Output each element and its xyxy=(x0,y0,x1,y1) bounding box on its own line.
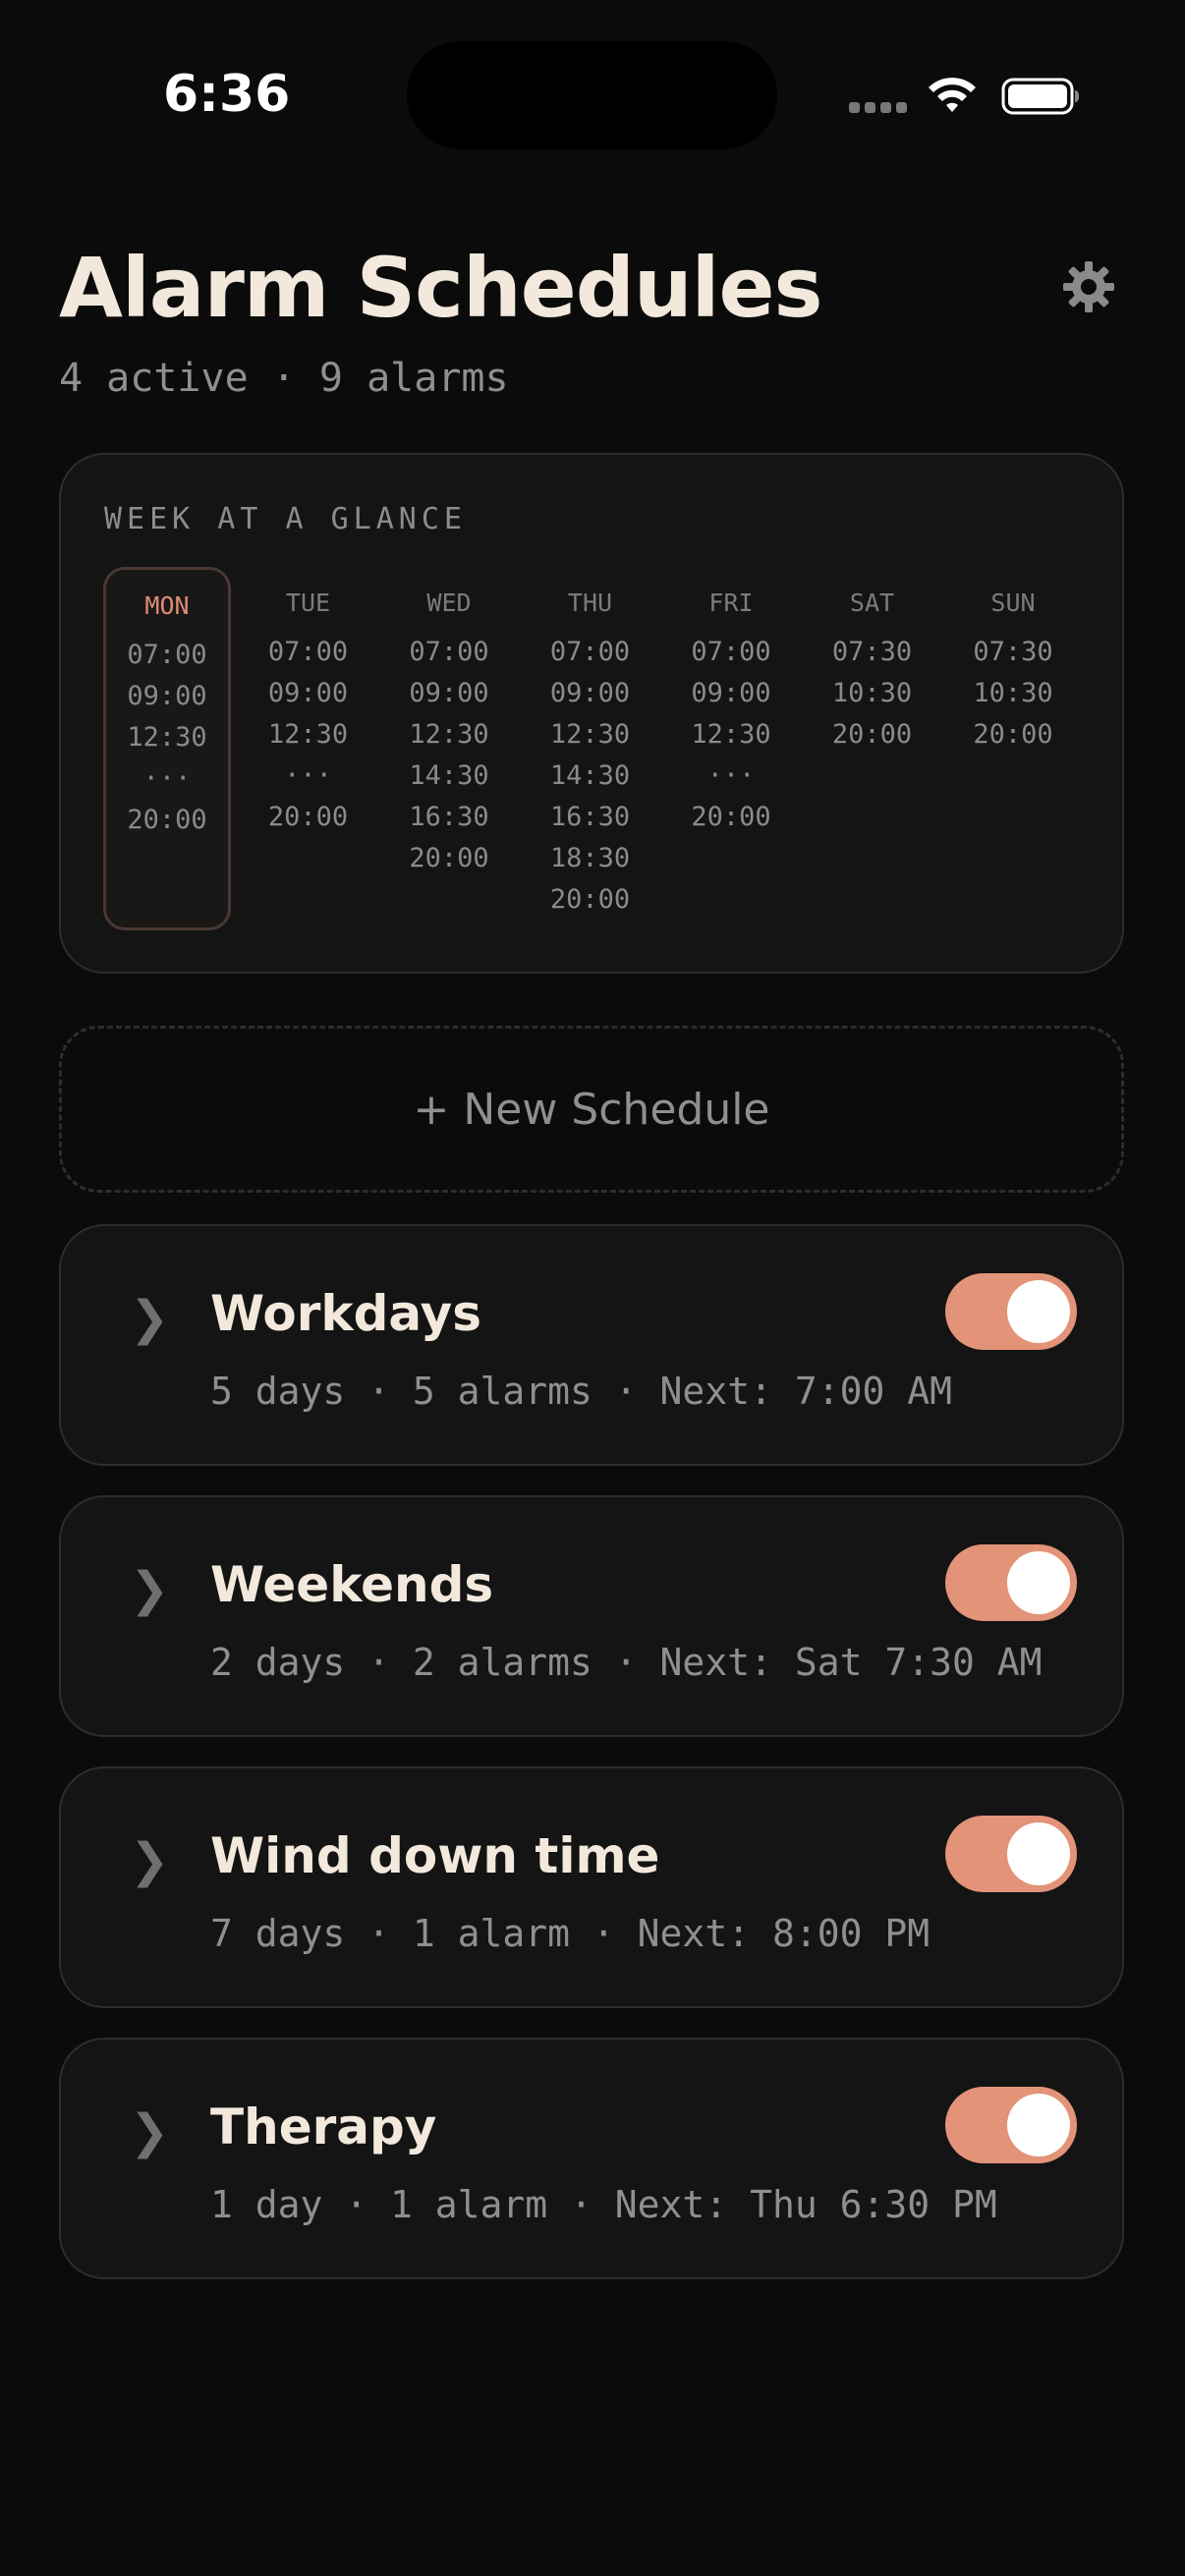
alarm-time: 09:00 xyxy=(127,681,207,711)
schedule-card[interactable]: ❯ Therapy 1 day · 1 alarm · Next: Thu 6:30… xyxy=(59,2038,1124,2279)
schedule-name: Workdays xyxy=(210,1285,481,1342)
page-title: Alarm Schedules xyxy=(59,240,822,336)
alarm-time: 14:30 xyxy=(549,760,631,791)
day-column-sun[interactable]: SUN 07:30 10:30 20:00 xyxy=(949,567,1077,930)
page-subtitle: 4 active · 9 alarms xyxy=(59,356,509,401)
schedule-toggle[interactable] xyxy=(945,1816,1077,1892)
alarm-time: 07:00 xyxy=(409,637,489,667)
battery-icon xyxy=(1001,78,1079,115)
chevron-right-icon[interactable]: ❯ xyxy=(130,2104,169,2159)
day-label: THU xyxy=(567,588,613,617)
chevron-right-icon[interactable]: ❯ xyxy=(130,1291,169,1346)
new-schedule-button[interactable]: + New Schedule xyxy=(59,1026,1124,1193)
toggle-knob xyxy=(1007,1822,1070,1885)
alarm-time: 07:30 xyxy=(831,637,913,667)
alarm-time: 18:30 xyxy=(549,843,631,873)
day-times: 07:00 09:00 12:30 ··· 20:00 xyxy=(106,635,228,841)
alarm-time: 20:00 xyxy=(409,843,489,873)
day-column-wed[interactable]: WED 07:00 09:00 12:30 14:30 16:30 20:00 xyxy=(385,567,513,930)
day-times: 07:00 09:00 12:30 ··· 20:00 xyxy=(667,632,795,838)
alarm-time: 07:00 xyxy=(127,640,207,670)
day-label: FRI xyxy=(708,588,754,617)
schedule-name: Wind down time xyxy=(210,1827,660,1884)
alarm-time: ··· xyxy=(284,760,332,791)
day-label: SUN xyxy=(990,588,1036,617)
alarm-time: 16:30 xyxy=(549,802,631,832)
day-times: 07:00 09:00 12:30 ··· 20:00 xyxy=(245,632,372,838)
alarm-time: 20:00 xyxy=(267,802,349,832)
alarm-time: 20:00 xyxy=(831,719,913,750)
schedule-card[interactable]: ❯ Weekends 2 days · 2 alarms · Next: Sat 7… xyxy=(59,1495,1124,1737)
alarm-time: 12:30 xyxy=(267,719,349,750)
alarm-time: 12:30 xyxy=(691,719,771,750)
day-times: 07:30 10:30 20:00 xyxy=(949,632,1077,756)
toggle-knob xyxy=(1007,1551,1070,1614)
alarm-time: 12:30 xyxy=(409,719,489,750)
day-label: MON xyxy=(144,591,190,620)
alarm-time: 09:00 xyxy=(691,678,771,708)
schedule-name: Weekends xyxy=(210,1556,494,1613)
day-column-fri[interactable]: FRI 07:00 09:00 12:30 ··· 20:00 xyxy=(667,567,795,930)
toggle-knob xyxy=(1007,2094,1070,2156)
chevron-right-icon[interactable]: ❯ xyxy=(130,1562,169,1617)
day-label: TUE xyxy=(285,588,331,617)
alarm-time: ··· xyxy=(706,760,756,791)
day-label: SAT xyxy=(849,588,895,617)
schedule-meta: 1 day · 1 alarm · Next: Thu 6:30 PM xyxy=(210,2183,997,2226)
schedule-meta: 7 days · 1 alarm · Next: 8:00 PM xyxy=(210,1912,931,1955)
alarm-time: 20:00 xyxy=(127,805,207,835)
day-times: 07:00 09:00 12:30 14:30 16:30 20:00 xyxy=(385,632,513,879)
schedule-card[interactable]: ❯ Workdays 5 days · 5 alarms · Next: 7:00 … xyxy=(59,1224,1124,1466)
schedule-name: Therapy xyxy=(210,2099,437,2156)
status-time: 6:36 xyxy=(163,65,291,124)
alarm-time: 09:00 xyxy=(409,678,489,708)
alarm-time: 10:30 xyxy=(831,678,913,708)
schedule-toggle[interactable] xyxy=(945,2087,1077,2163)
schedule-card[interactable]: ❯ Wind down time 7 days · 1 alarm · Next: … xyxy=(59,1766,1124,2008)
week-at-a-glance-card: WEEK AT A GLANCE MON 07:00 09:00 12:30 ··· 20… xyxy=(59,453,1124,974)
alarm-time: ··· xyxy=(142,763,192,794)
day-column-thu[interactable]: THU 07:00 09:00 12:30 14:30 16:30 18:30 20:00 xyxy=(527,567,654,930)
schedule-meta: 2 days · 2 alarms · Next: Sat 7:30 AM xyxy=(210,1641,1043,1684)
alarm-time: 07:00 xyxy=(549,637,631,667)
day-column-sat[interactable]: SAT 07:30 10:30 20:00 xyxy=(809,567,936,930)
week-title: WEEK AT A GLANCE xyxy=(104,502,467,536)
alarm-time: 12:30 xyxy=(127,722,207,753)
day-label: WED xyxy=(426,588,472,617)
alarm-time: 09:00 xyxy=(267,678,349,708)
schedule-meta: 5 days · 5 alarms · Next: 7:00 AM xyxy=(210,1370,952,1413)
dynamic-island xyxy=(407,41,777,149)
schedule-toggle[interactable] xyxy=(945,1544,1077,1621)
alarm-time: 20:00 xyxy=(973,719,1053,750)
alarm-time: 12:30 xyxy=(549,719,631,750)
gear-icon[interactable] xyxy=(1061,259,1116,314)
alarm-time: 10:30 xyxy=(973,678,1053,708)
alarm-time: 07:00 xyxy=(267,637,349,667)
day-column-tue[interactable]: TUE 07:00 09:00 12:30 ··· 20:00 xyxy=(245,567,372,930)
day-times: 07:30 10:30 20:00 xyxy=(809,632,936,756)
alarm-time: 14:30 xyxy=(409,760,489,791)
day-column-mon[interactable]: MON 07:00 09:00 12:30 ··· 20:00 xyxy=(103,567,231,930)
alarm-time: 09:00 xyxy=(549,678,631,708)
wifi-icon xyxy=(929,78,976,112)
toggle-knob xyxy=(1007,1280,1070,1343)
chevron-right-icon[interactable]: ❯ xyxy=(130,1833,169,1888)
alarm-time: 07:00 xyxy=(691,637,771,667)
alarm-time: 07:30 xyxy=(973,637,1053,667)
schedule-toggle[interactable] xyxy=(945,1273,1077,1350)
alarm-time: 20:00 xyxy=(549,884,631,915)
alarm-time: 20:00 xyxy=(691,802,771,832)
cellular-signal-icon xyxy=(849,102,908,116)
day-times: 07:00 09:00 12:30 14:30 16:30 18:30 20:00 xyxy=(527,632,654,921)
alarm-time: 16:30 xyxy=(409,802,489,832)
